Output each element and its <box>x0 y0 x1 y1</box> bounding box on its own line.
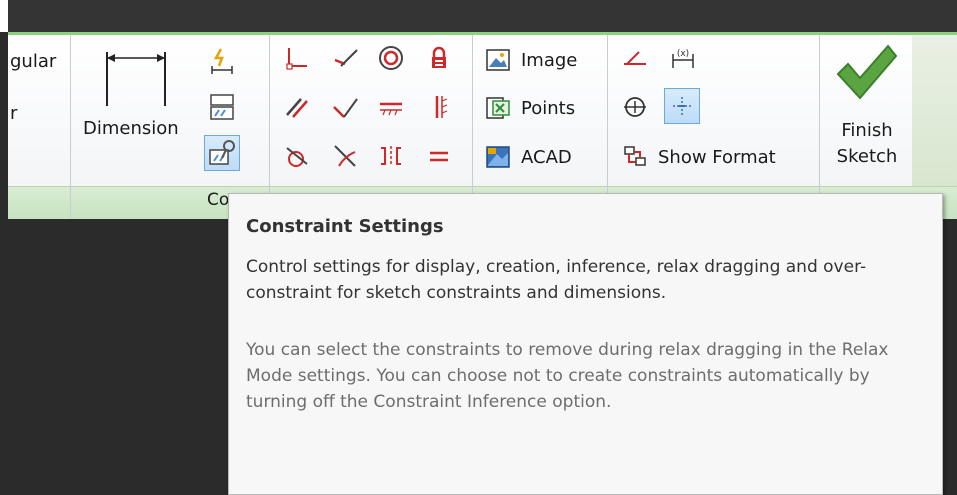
dimension-icon <box>106 52 166 106</box>
parallel-constraint-button[interactable] <box>280 90 314 124</box>
constraint-settings-icon <box>209 140 235 165</box>
collinear-constraint-button[interactable] <box>328 41 362 75</box>
equal-constraint-button[interactable] <box>422 139 456 173</box>
constraint-settings-button[interactable] <box>204 135 240 171</box>
insert-acad-button[interactable]: ACAD <box>485 144 572 170</box>
symmetric-constraint-icon <box>381 146 401 166</box>
tooltip-description: Control settings for display, creation, … <box>246 257 867 303</box>
partial-label-top: gular <box>10 51 57 72</box>
show-format-icon <box>624 146 646 166</box>
insert-acad-label: ACAD <box>521 146 572 168</box>
tooltip-note: You can select the constraints to remove… <box>246 340 889 412</box>
finish-sketch-label-line1: Finish <box>841 120 893 141</box>
insert-image-button[interactable]: Image <box>485 47 577 73</box>
panel-footer-label: Co <box>207 190 230 210</box>
symmetric-constraint-button[interactable] <box>374 139 408 173</box>
concentric-constraint-icon <box>379 46 403 70</box>
finish-sketch-label-line2: Sketch <box>836 146 898 167</box>
separator <box>70 35 71 218</box>
partial-label-bottom: r <box>10 103 18 124</box>
construction-icon <box>624 51 646 65</box>
separator <box>472 35 473 218</box>
ribbon-accent-line <box>8 32 957 35</box>
show-constraints-button[interactable] <box>204 89 240 125</box>
concentric-constraint-button[interactable] <box>374 41 408 75</box>
left-edge <box>0 0 8 32</box>
center-point-icon <box>673 97 691 115</box>
dimension-label: Dimension <box>83 118 179 139</box>
auto-dimension-icon <box>211 48 233 74</box>
smooth-constraint-icon <box>334 145 356 167</box>
vertical-constraint-button[interactable] <box>422 90 456 124</box>
perpendicular-constraint-icon <box>333 98 358 118</box>
auto-dimension-button[interactable] <box>204 43 240 79</box>
centerline-icon <box>624 97 646 117</box>
points-icon <box>486 97 510 119</box>
acad-icon <box>486 146 510 168</box>
image-icon <box>486 49 510 71</box>
construction-button[interactable] <box>618 41 652 75</box>
vertical-constraint-icon <box>435 96 448 118</box>
insert-image-label: Image <box>521 49 578 71</box>
driven-dimension-icon: (x) <box>672 49 694 68</box>
dimension-button[interactable]: Dimension <box>79 44 201 150</box>
insert-points-label: Points <box>521 97 576 119</box>
parallel-constraint-icon <box>286 98 308 118</box>
tangent-constraint-button[interactable] <box>280 139 314 173</box>
separator <box>819 35 820 218</box>
svg-text:(x): (x) <box>677 49 689 59</box>
horizontal-constraint-button[interactable] <box>374 90 408 124</box>
horizontal-constraint-icon <box>380 102 402 116</box>
equal-constraint-icon <box>430 151 448 162</box>
coincident-constraint-icon <box>286 48 307 70</box>
collinear-constraint-icon <box>334 49 358 67</box>
show-format-button[interactable]: Show Format <box>622 144 776 170</box>
perpendicular-constraint-button[interactable] <box>328 90 362 124</box>
lock-icon <box>432 46 446 68</box>
finish-sketch-button[interactable]: Finish Sketch <box>825 42 911 176</box>
separator <box>269 35 270 218</box>
tooltip-title: Constraint Settings <box>246 216 444 237</box>
separator <box>607 35 608 218</box>
ribbon-right-pane <box>912 35 957 186</box>
show-format-label: Show Format <box>658 146 776 168</box>
smooth-constraint-button[interactable] <box>328 139 362 173</box>
center-point-button[interactable] <box>664 88 700 124</box>
driven-dimension-button[interactable]: (x) <box>666 41 700 75</box>
title-bar <box>0 0 957 32</box>
show-constraints-icon <box>210 94 234 120</box>
tooltip: Constraint Settings Control settings for… <box>228 193 943 495</box>
coincident-constraint-button[interactable] <box>280 41 314 75</box>
centerline-button[interactable] <box>618 90 652 124</box>
checkmark-icon <box>836 44 898 100</box>
insert-points-button[interactable]: Points <box>485 95 575 121</box>
tangent-constraint-icon <box>286 147 308 167</box>
fix-constraint-button[interactable] <box>422 41 456 75</box>
